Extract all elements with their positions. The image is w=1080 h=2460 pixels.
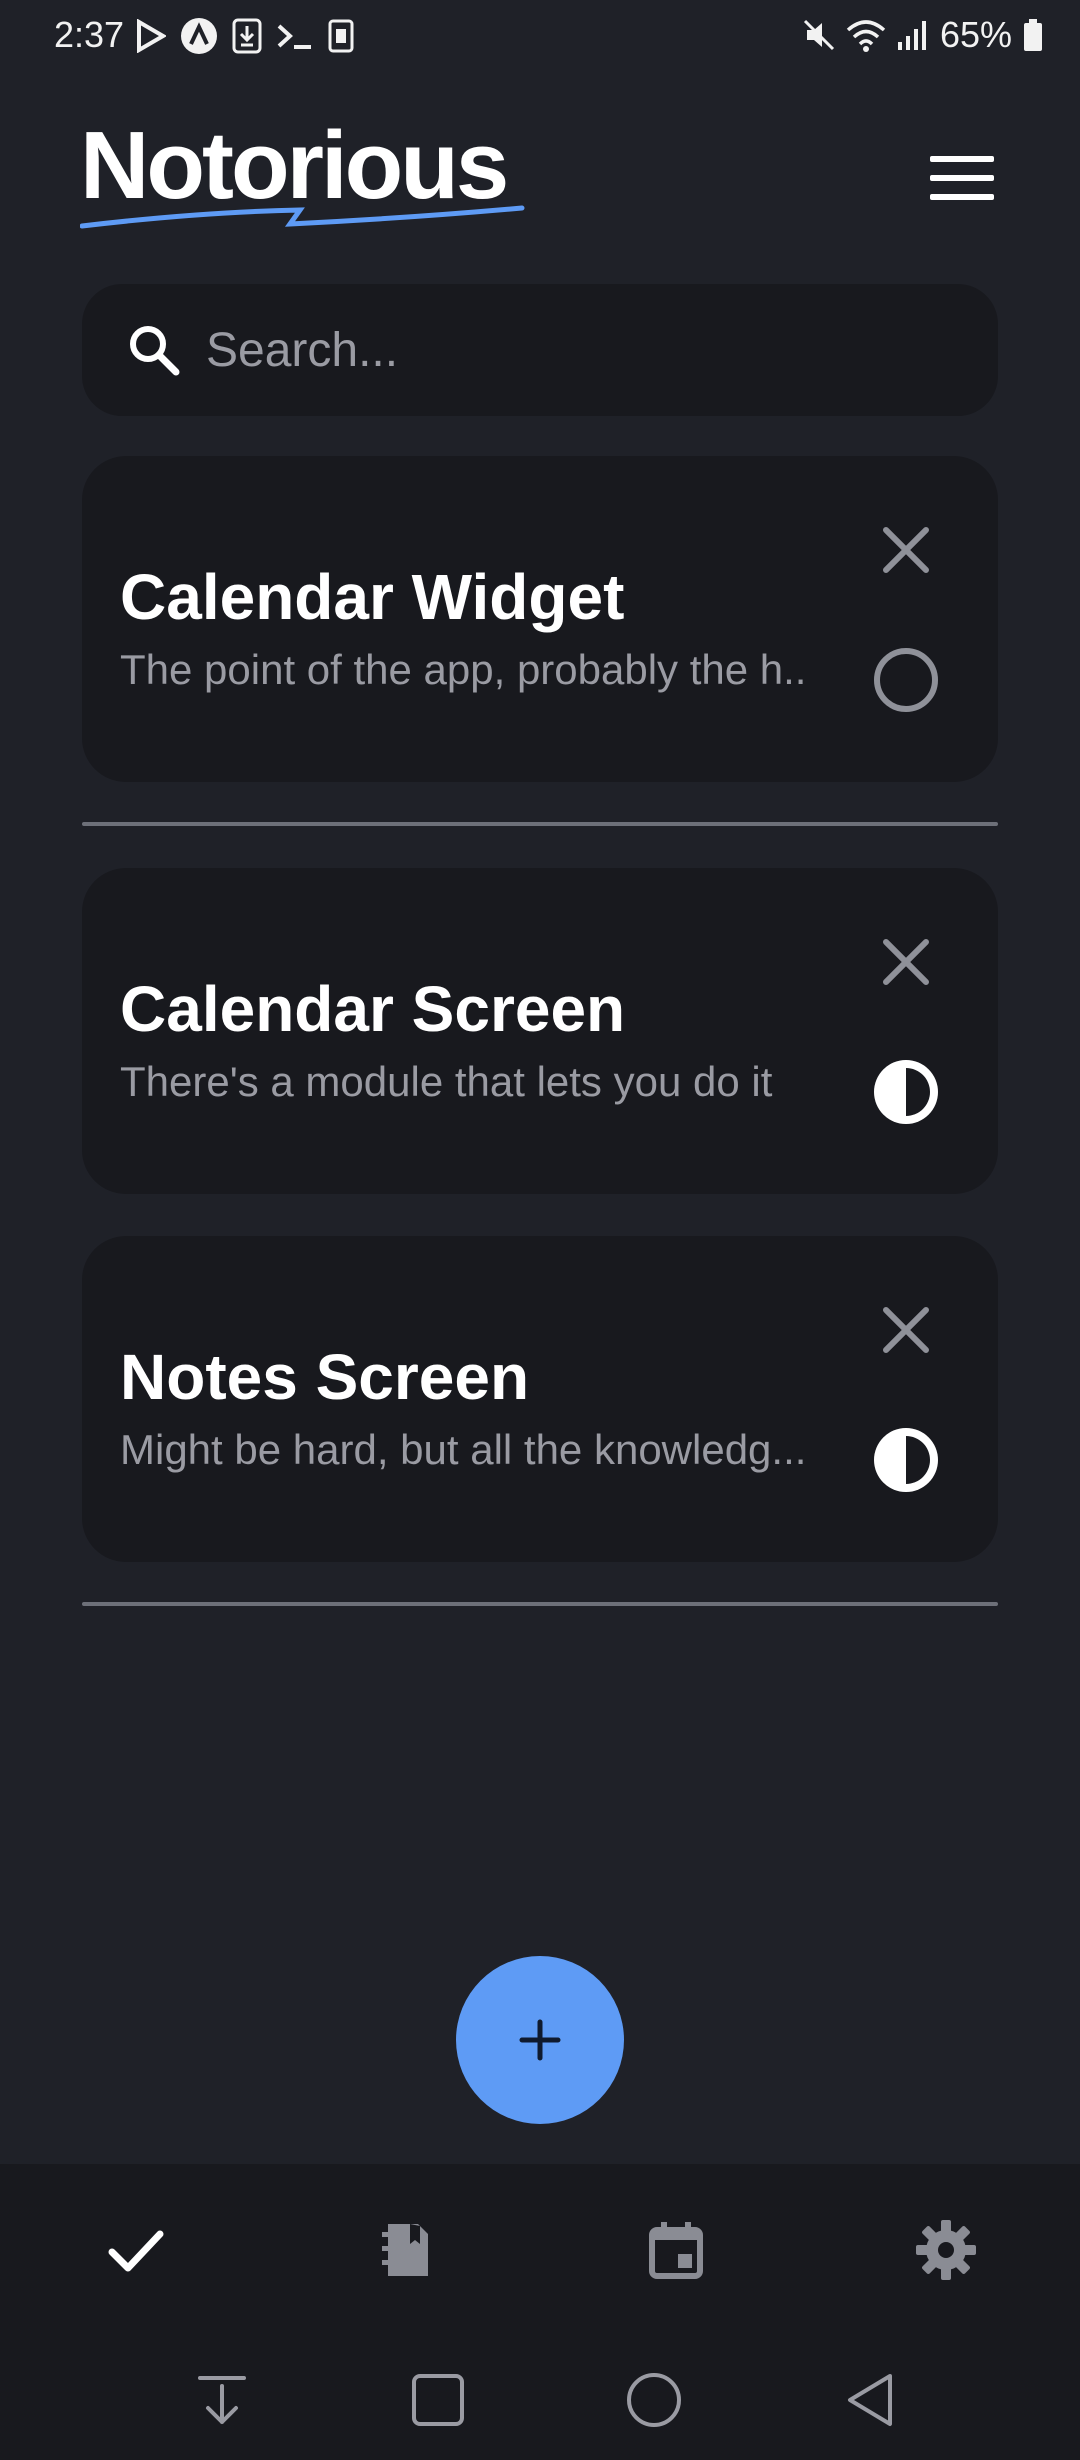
status-bar: 2:37 65% [0,0,1080,76]
hamburger-menu-button[interactable] [922,146,1002,210]
status-half-circle-icon[interactable] [872,1426,940,1494]
close-icon[interactable] [876,1300,936,1360]
signal-icon [897,21,926,50]
task-description: Might be hard, but all the knowledg... [120,1426,807,1473]
logo-underline [80,205,525,229]
system-status-icons: 65% [802,14,1044,56]
search-bar[interactable] [82,284,998,416]
home-circle-icon[interactable] [624,2370,684,2430]
status-half-circle-icon[interactable] [872,1058,940,1126]
add-task-button[interactable] [456,1956,624,2124]
section-divider [82,822,998,826]
mute-icon [803,19,834,51]
play-store-icon [137,19,166,53]
sim-icon [328,19,354,53]
app-icon [181,18,217,54]
download-icon [232,18,262,54]
menu-bar [930,175,994,181]
close-icon[interactable] [876,932,936,992]
status-time: 2:37 [54,14,125,55]
recents-square-icon[interactable] [408,2370,468,2430]
task-description: There's a module that lets you do it [120,1058,773,1105]
status-empty-circle-icon[interactable] [872,646,940,714]
task-title: Notes Screen [120,1341,530,1413]
search-icon [130,326,180,376]
search-input[interactable] [204,321,968,379]
close-icon[interactable] [876,520,936,580]
back-triangle-icon[interactable] [840,2370,900,2430]
task-description: The point of the app, probably the h.. [120,646,807,693]
menu-bar [930,194,994,200]
task-card[interactable]: Notes Screen Might be hard, but all the … [82,1236,998,1562]
notebook-icon[interactable] [374,2218,438,2282]
system-navigation-bar [0,2336,1080,2460]
menu-bar [930,156,994,162]
gear-icon[interactable] [914,2218,978,2282]
plus-icon [519,2019,561,2061]
section-divider [82,1602,998,1606]
wifi-icon [846,20,886,52]
task-card[interactable]: Calendar Widget The point of the app, pr… [82,456,998,782]
download-arrow-icon[interactable] [192,2370,252,2430]
notification-icons [136,16,354,56]
checkmark-icon[interactable] [104,2218,168,2282]
battery-percent: 65% [939,14,1012,55]
task-title: Calendar Screen [120,973,626,1045]
battery-icon [1024,19,1042,51]
calendar-icon[interactable] [644,2218,708,2282]
task-title: Calendar Widget [120,561,625,633]
terminal-icon [277,24,311,49]
task-card[interactable]: Calendar Screen There's a module that le… [82,868,998,1194]
bottom-navigation [0,2164,1080,2336]
